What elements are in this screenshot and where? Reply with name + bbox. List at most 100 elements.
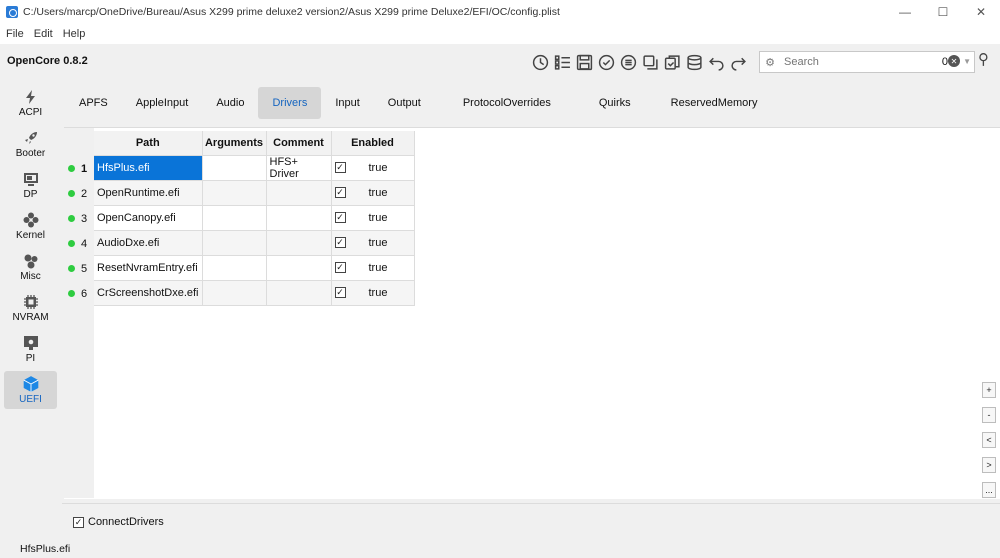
- path-cell[interactable]: HfsPlus.efi: [94, 155, 203, 181]
- undo-icon[interactable]: [706, 52, 726, 72]
- sidebar-item-kernel[interactable]: Kernel: [4, 207, 57, 245]
- redo-icon[interactable]: [728, 52, 748, 72]
- search-box[interactable]: ⚙ 0 ✕ ▼: [759, 51, 975, 73]
- connect-drivers-option[interactable]: ✓ ConnectDrivers: [73, 516, 164, 528]
- table-row[interactable]: OpenRuntime.efi ✓ true: [94, 180, 415, 206]
- sidebar-item-booter[interactable]: Booter: [4, 125, 57, 163]
- comment-cell[interactable]: HFS+ Driver: [266, 155, 332, 181]
- more-button[interactable]: ...: [982, 482, 996, 498]
- sidebar-item-pi[interactable]: PI: [4, 330, 57, 368]
- check-icon[interactable]: [596, 52, 616, 72]
- row-marker[interactable]: 2: [68, 181, 87, 206]
- tab-input[interactable]: Input: [321, 87, 373, 119]
- menu-edit[interactable]: Edit: [34, 28, 53, 40]
- maximize-button[interactable]: ☐: [924, 0, 962, 24]
- path-cell[interactable]: OpenCanopy.efi: [94, 205, 203, 231]
- row-marker[interactable]: 5: [68, 256, 87, 281]
- apple-icon: [22, 334, 40, 352]
- comment-cell[interactable]: [266, 280, 332, 306]
- comment-cell[interactable]: [266, 230, 332, 256]
- enabled-checkbox[interactable]: ✓: [334, 162, 346, 173]
- comment-cell[interactable]: [266, 180, 332, 206]
- save-icon[interactable]: [574, 52, 594, 72]
- arguments-cell[interactable]: [202, 255, 267, 281]
- header-enabled[interactable]: Enabled: [331, 131, 415, 156]
- status-dot: [68, 190, 75, 197]
- header-path[interactable]: Path: [94, 131, 203, 156]
- sidebar-item-nvram[interactable]: NVRAM: [4, 289, 57, 327]
- row-marker[interactable]: 4: [68, 231, 87, 256]
- sidebar-item-dp[interactable]: DP: [4, 166, 57, 204]
- database-icon[interactable]: [684, 52, 704, 72]
- tab-apfs[interactable]: APFS: [65, 87, 122, 119]
- tab-quirks[interactable]: Quirks: [579, 87, 651, 119]
- tab-audio[interactable]: Audio: [202, 87, 258, 119]
- row-number: 5: [81, 262, 88, 275]
- clear-icon[interactable]: ✕: [948, 55, 960, 67]
- connect-drivers-checkbox[interactable]: ✓: [73, 516, 84, 528]
- app-version: OpenCore 0.8.2: [7, 55, 88, 67]
- enabled-checkbox[interactable]: ✓: [334, 287, 346, 298]
- enabled-checkbox[interactable]: ✓: [334, 212, 346, 223]
- table-row[interactable]: OpenCanopy.efi ✓ true: [94, 205, 415, 231]
- menu-help[interactable]: Help: [63, 28, 86, 40]
- enabled-checkbox[interactable]: ✓: [334, 237, 346, 248]
- comment-cell[interactable]: [266, 205, 332, 231]
- list-icon[interactable]: [552, 52, 572, 72]
- path-cell[interactable]: CrScreenshotDxe.efi: [94, 280, 203, 306]
- remove-row-button[interactable]: -: [982, 407, 996, 423]
- tab-output[interactable]: Output: [374, 87, 435, 119]
- comment-cell[interactable]: [266, 255, 332, 281]
- status-dot: [68, 290, 75, 297]
- enabled-cell[interactable]: ✓ true: [331, 255, 415, 281]
- table-row[interactable]: ResetNvramEntry.efi ✓ true: [94, 255, 415, 281]
- header-comment[interactable]: Comment: [266, 131, 332, 156]
- sidebar-item-label: NVRAM: [12, 312, 49, 323]
- enabled-value: true: [368, 286, 388, 299]
- sidebar-item-misc[interactable]: Misc: [4, 248, 57, 286]
- add-row-button[interactable]: +: [982, 382, 996, 398]
- enabled-cell[interactable]: ✓ true: [331, 180, 415, 206]
- enabled-cell[interactable]: ✓ true: [331, 280, 415, 306]
- row-marker[interactable]: 1: [68, 156, 87, 181]
- sidebar: ACPI Booter DP Kernel Misc NVRAM PI UEFI: [0, 82, 62, 522]
- row-marker[interactable]: 6: [68, 281, 87, 306]
- enabled-cell[interactable]: ✓ true: [331, 230, 415, 256]
- sidebar-item-acpi[interactable]: ACPI: [4, 84, 57, 122]
- magnifier-icon[interactable]: ⚲: [978, 50, 989, 68]
- menu-file[interactable]: File: [6, 28, 24, 40]
- move-up-button[interactable]: <: [982, 432, 996, 448]
- search-input[interactable]: [780, 56, 910, 68]
- table-row[interactable]: AudioDxe.efi ✓ true: [94, 230, 415, 256]
- close-button[interactable]: ✕: [962, 0, 1000, 24]
- path-cell[interactable]: ResetNvramEntry.efi: [94, 255, 203, 281]
- enabled-cell[interactable]: ✓ true: [331, 155, 415, 181]
- tab-protocoloverrides[interactable]: ProtocolOverrides: [435, 87, 579, 119]
- path-cell[interactable]: AudioDxe.efi: [94, 230, 203, 256]
- copy-icon[interactable]: [662, 52, 682, 72]
- header-arguments[interactable]: Arguments: [202, 131, 267, 156]
- enabled-cell[interactable]: ✓ true: [331, 205, 415, 231]
- arguments-cell[interactable]: [202, 205, 267, 231]
- sidebar-item-uefi[interactable]: UEFI: [4, 371, 57, 409]
- arguments-cell[interactable]: [202, 230, 267, 256]
- arguments-cell[interactable]: [202, 180, 267, 206]
- chevron-down-icon[interactable]: ▼: [963, 57, 971, 66]
- table-row[interactable]: CrScreenshotDxe.efi ✓ true: [94, 280, 415, 306]
- move-down-button[interactable]: >: [982, 457, 996, 473]
- enabled-checkbox[interactable]: ✓: [334, 262, 346, 273]
- tab-drivers[interactable]: Drivers: [258, 87, 322, 119]
- table-row[interactable]: HfsPlus.efi HFS+ Driver ✓ true: [94, 155, 415, 181]
- row-marker[interactable]: 3: [68, 206, 87, 231]
- arguments-cell[interactable]: [202, 155, 267, 181]
- path-cell[interactable]: OpenRuntime.efi: [94, 180, 203, 206]
- tab-reservedmemory[interactable]: ReservedMemory: [651, 87, 778, 119]
- enabled-checkbox[interactable]: ✓: [334, 187, 346, 198]
- minimize-button[interactable]: —: [886, 0, 924, 24]
- layers-icon[interactable]: [640, 52, 660, 72]
- dots-icon[interactable]: [618, 52, 638, 72]
- arguments-cell[interactable]: [202, 280, 267, 306]
- clock-icon[interactable]: [530, 52, 550, 72]
- enabled-value: true: [368, 236, 388, 249]
- tab-appleinput[interactable]: AppleInput: [122, 87, 203, 119]
